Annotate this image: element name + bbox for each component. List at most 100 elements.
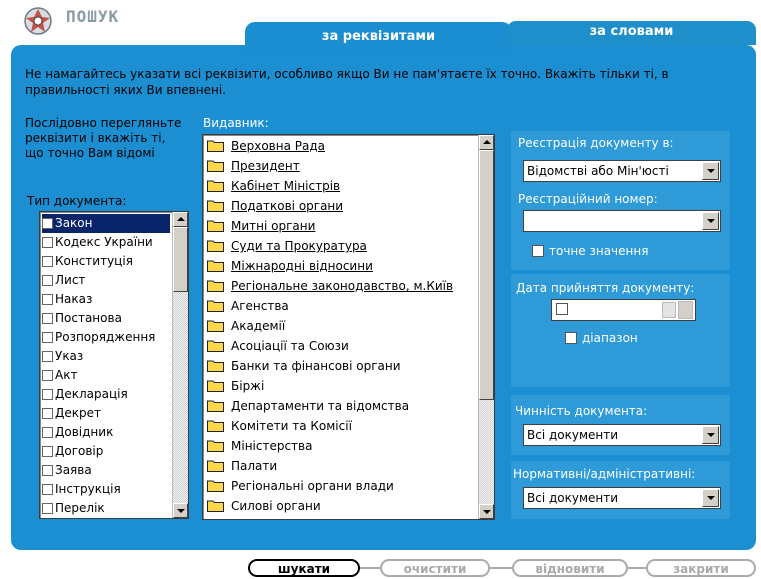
checkbox[interactable] [42,389,53,400]
normative-label: Нормативні/адміністративні: [513,467,696,481]
doc-type-item-label: Лист [55,273,86,287]
doc-type-item[interactable]: Указ [42,347,170,366]
clear-button[interactable]: очистити [380,559,490,577]
checkbox-box[interactable] [565,332,577,344]
search-button[interactable]: шукати [248,559,360,577]
checkbox[interactable] [42,408,53,419]
checkbox[interactable] [42,237,53,248]
publisher-item[interactable]: Верховна Рада [207,137,325,156]
doc-type-item[interactable]: Договір [42,442,170,461]
publisher-item[interactable]: Суди та Прокуратура [207,237,367,256]
scroll-down-button[interactable] [173,503,188,518]
chevron-down-icon[interactable] [702,212,719,230]
publisher-item-label: Палати [231,459,278,473]
folder-icon [207,500,224,512]
scroll-up-button[interactable] [173,212,188,227]
doc-type-item[interactable]: Декларація [42,385,170,404]
validity-label: Чинність документа: [515,404,648,418]
doc-type-item[interactable]: Кодекс України [42,233,170,252]
doc-type-item[interactable]: Довідник [42,423,170,442]
checkbox[interactable] [42,484,53,495]
exact-value-checkbox[interactable]: точне значення [532,244,648,258]
checkbox[interactable] [42,332,53,343]
doc-type-item[interactable]: Акт [42,366,170,385]
scroll-down-button[interactable] [479,504,494,519]
folder-icon [207,360,224,372]
publisher-item[interactable]: Регіональні органи влади [207,477,394,496]
publisher-item[interactable]: Департаменти та відомства [207,397,409,416]
doc-type-item[interactable]: Розпорядження [42,328,170,347]
doc-type-item[interactable]: Закон [42,214,170,233]
checkbox[interactable] [42,370,53,381]
range-checkbox[interactable]: діапазон [565,331,638,345]
publisher-item[interactable]: Міжнародні відносини [207,257,373,276]
publisher-item[interactable]: Податкові органи [207,197,343,216]
publisher-scrollbar[interactable] [478,135,494,519]
publisher-item[interactable]: Агенства [207,297,289,316]
date-picker[interactable] [551,299,696,321]
publisher-item[interactable]: Кабінет Міністрів [207,177,340,196]
publisher-item[interactable]: Комітети та Комісії [207,417,352,436]
tab-by-words[interactable]: за словами [507,21,756,45]
doc-type-item-label: Перелік [55,501,105,515]
publisher-item[interactable]: Палати [207,457,277,476]
checkbox[interactable] [42,446,53,457]
publisher-item-label: Біржі [231,379,265,393]
scroll-up-button[interactable] [479,135,494,150]
chevron-down-icon[interactable] [702,162,719,180]
publisher-list[interactable]: Верховна Рада Президент Кабінет Міністрів П… [202,134,495,520]
date-checkbox[interactable] [556,303,568,315]
scroll-thumb[interactable] [173,227,188,292]
doc-type-item[interactable]: Перелік [42,499,170,518]
reg-number-select[interactable] [523,210,721,232]
spin-button[interactable] [678,301,693,319]
publisher-item[interactable]: Біржі [207,377,264,396]
checkbox[interactable] [42,294,53,305]
checkbox[interactable] [42,465,53,476]
divider [360,567,380,569]
checkbox[interactable] [42,351,53,362]
chevron-down-icon[interactable] [702,426,719,444]
restore-button[interactable]: відновити [512,559,628,577]
publisher-item-label: Міжнародні відносини [231,259,373,273]
doc-type-item-label: Закон [55,216,93,230]
doc-type-list[interactable]: Закон Кодекс України Конституція Лист Наказ П… [39,211,189,519]
publisher-item[interactable]: Міністерства [207,437,312,456]
publisher-item-label: Академії [231,319,286,333]
tab-by-requisites[interactable]: за реквізитами [245,22,512,52]
checkbox-box[interactable] [532,245,544,257]
checkbox[interactable] [42,275,53,286]
chevron-down-icon[interactable] [702,489,719,507]
doc-type-scrollbar[interactable] [172,212,188,518]
doc-type-label: Тип документа: [27,194,127,208]
doc-type-item[interactable]: Наказ [42,290,170,309]
validity-select[interactable]: Всі документи [523,424,721,446]
publisher-item-label: Митні органи [231,219,316,233]
publisher-item[interactable]: Банки та фінансові органи [207,357,401,376]
checkbox[interactable] [42,256,53,267]
publisher-item-label: Департаменти та відомства [231,399,410,413]
checkbox[interactable] [42,503,53,514]
doc-type-item[interactable]: Конституція [42,252,170,271]
doc-type-item-label: Акт [55,368,78,382]
publisher-item[interactable]: Регіональне законодавство, м.Київ [207,277,453,296]
publisher-item[interactable]: Митні органи [207,217,315,236]
scroll-thumb[interactable] [479,150,494,400]
publisher-item[interactable]: Академії [207,317,285,336]
checkbox[interactable] [42,427,53,438]
folder-icon [207,480,224,492]
publisher-item[interactable]: Президент [207,157,300,176]
publisher-item[interactable]: Силові органи [207,497,321,516]
doc-type-item[interactable]: Постанова [42,309,170,328]
publisher-item[interactable]: Асоціації та Союзи [207,337,349,356]
doc-type-item[interactable]: Заява [42,461,170,480]
doc-type-item[interactable]: Декрет [42,404,170,423]
checkbox[interactable] [42,313,53,324]
registration-select[interactable]: Відомстві або Мін'юсті [523,160,721,182]
close-button[interactable]: закрити [646,559,756,577]
doc-type-item[interactable]: Інструкція [42,480,170,499]
chevron-down-icon[interactable] [662,302,676,318]
doc-type-item[interactable]: Лист [42,271,170,290]
checkbox[interactable] [42,218,53,229]
normative-select[interactable]: Всі документи [523,487,721,509]
